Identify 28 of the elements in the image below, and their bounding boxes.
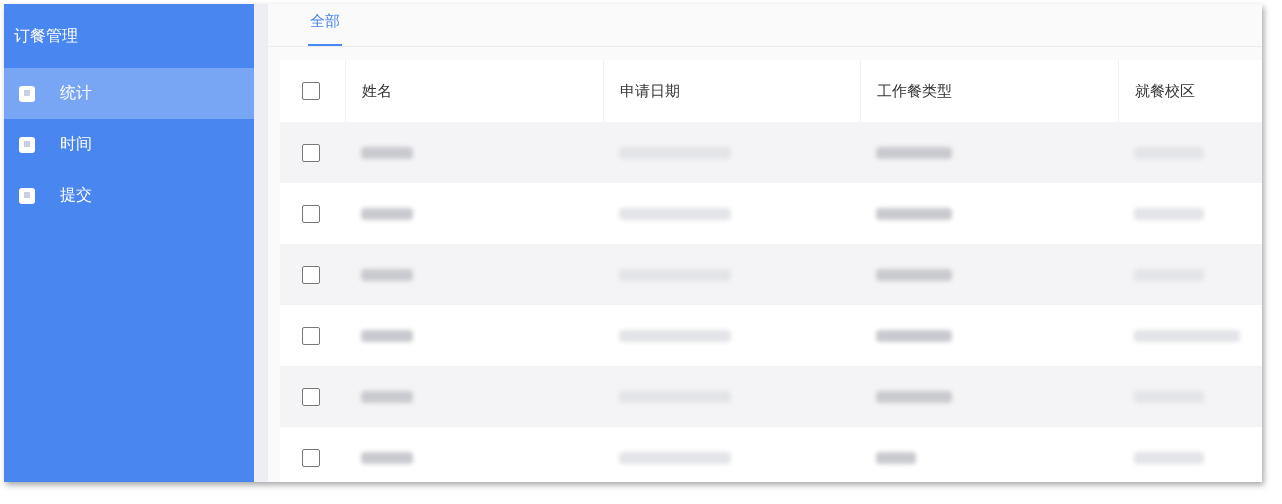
tab[interactable]: 全部: [308, 4, 342, 46]
checkbox[interactable]: [302, 204, 320, 223]
blurred-text: [1134, 451, 1204, 464]
column-header: 申请日期: [620, 81, 680, 101]
app-title: 订餐管理: [14, 25, 78, 47]
checkbox[interactable]: [302, 82, 320, 100]
sidebar-item[interactable]: 提交: [4, 170, 254, 221]
document-icon: [18, 84, 36, 103]
blurred-text: [361, 146, 413, 159]
checkbox[interactable]: [302, 265, 320, 284]
blurred-text: [1134, 207, 1204, 220]
column-header: 就餐校区: [1135, 81, 1195, 101]
column-header: 工作餐类型: [877, 81, 952, 101]
blurred-text: [361, 207, 413, 220]
checkbox[interactable]: [302, 387, 320, 406]
sidebar-item[interactable]: 统计: [4, 68, 254, 119]
document-icon: [18, 186, 36, 205]
blurred-text: [361, 268, 413, 281]
blurred-text: [361, 390, 413, 403]
document-icon: [18, 135, 36, 154]
blurred-text: [361, 329, 413, 342]
checkbox[interactable]: [302, 448, 320, 467]
blurred-text: [361, 451, 413, 464]
checkbox[interactable]: [302, 143, 320, 162]
checkbox[interactable]: [302, 326, 320, 345]
column-header: 姓名: [362, 81, 392, 101]
sidebar-item[interactable]: 时间: [4, 119, 254, 170]
blurred-text: [876, 451, 916, 464]
